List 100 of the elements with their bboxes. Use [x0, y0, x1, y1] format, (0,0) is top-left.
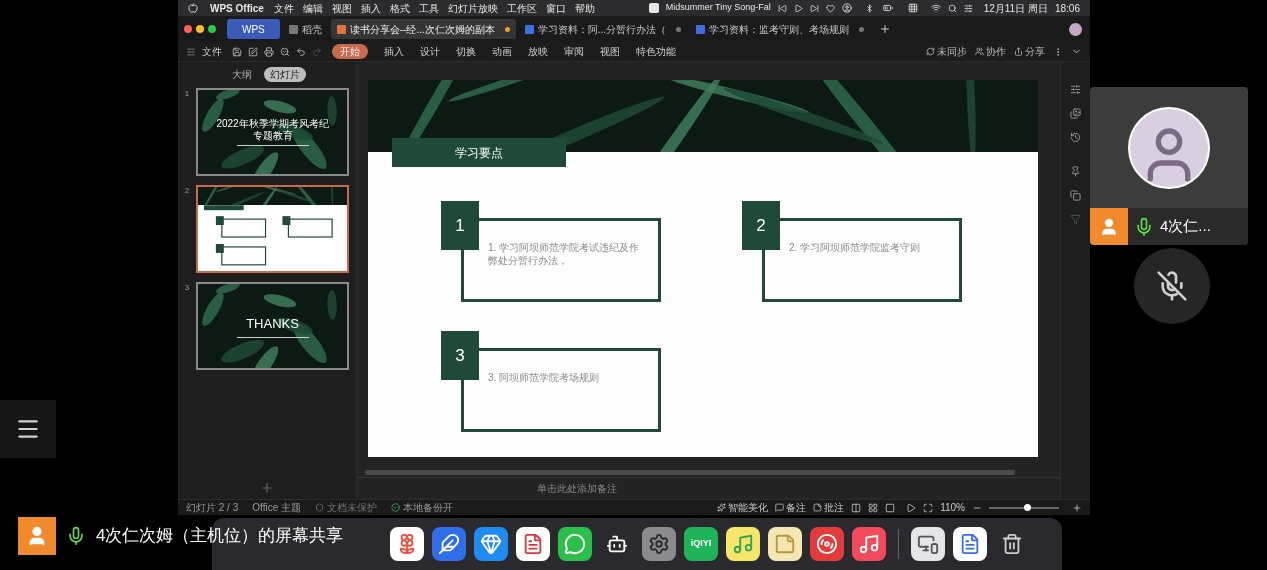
horizontal-scrollbar[interactable]: [365, 469, 1015, 475]
now-playing-title[interactable]: Midsummer Tiny Song-Fal: [665, 1, 771, 15]
ribbon-tab[interactable]: 设计: [420, 44, 440, 59]
feather-icon[interactable]: [432, 527, 466, 561]
comments-button[interactable]: 批注: [813, 500, 845, 515]
wifi-icon[interactable]: [930, 3, 941, 13]
slide-thumbnail[interactable]: 2022年秋季学期考风考纪 专题教育: [196, 88, 349, 176]
apple-icon[interactable]: [188, 3, 198, 13]
menu-item[interactable]: 幻灯片放映: [447, 0, 498, 16]
user-icon: [1099, 216, 1119, 237]
next-icon[interactable]: [809, 3, 819, 13]
date-text[interactable]: 12月11日 周日: [983, 0, 1048, 16]
ribbon-tab[interactable]: 开始: [332, 44, 368, 59]
notes-button[interactable]: 备注: [775, 500, 807, 515]
grid-icon[interactable]: [907, 3, 918, 13]
minimize-window-button[interactable]: [196, 25, 204, 33]
ribbon-tab[interactable]: 动画: [492, 44, 512, 59]
menu-item[interactable]: 文件: [273, 0, 294, 16]
ribbon-tab[interactable]: 视图: [600, 44, 620, 59]
undo-icon[interactable]: [296, 46, 306, 57]
copy-icon[interactable]: [1070, 190, 1081, 201]
panel-view-tab[interactable]: 幻灯片: [264, 67, 306, 82]
beautify-label: 智能美化: [728, 501, 769, 515]
document-tab[interactable]: 稻壳: [282, 19, 328, 39]
zoom-slider-thumb[interactable]: [1023, 503, 1031, 511]
share-button[interactable]: 分享: [1014, 44, 1045, 59]
file-menu[interactable]: 文件: [202, 44, 222, 59]
number-badge: 2: [742, 201, 780, 250]
menu-item[interactable]: 工具: [418, 0, 439, 16]
collaborate-button[interactable]: 协作: [975, 44, 1006, 59]
ribbon-tab[interactable]: 放映: [528, 44, 548, 59]
user-circle-icon[interactable]: [841, 3, 852, 13]
slide-thumbnail[interactable]: [196, 185, 349, 273]
document-tab[interactable]: 学习资料：阿...分暂行办法（: [518, 19, 688, 39]
slide-title: 专题教育: [252, 130, 293, 142]
play-slideshow-icon[interactable]: [906, 502, 917, 513]
window-thumbnail-icon[interactable]: [911, 527, 945, 561]
notepad-icon[interactable]: [768, 527, 802, 561]
print-preview-icon[interactable]: [280, 46, 290, 57]
control-center-icon[interactable]: [963, 3, 973, 13]
slide-thumbnail[interactable]: THANKS: [196, 282, 349, 370]
document-app-icon[interactable]: [516, 527, 550, 561]
document-tab[interactable]: 读书分享会--经...次仁次姆的副本: [330, 19, 516, 39]
print-icon[interactable]: [264, 46, 274, 57]
heart-icon[interactable]: [825, 3, 835, 13]
music-note-icon[interactable]: [852, 527, 886, 561]
menu-item[interactable]: 格式: [389, 0, 410, 16]
reading-view-icon[interactable]: [885, 502, 896, 513]
profile-avatar[interactable]: [1069, 22, 1082, 36]
menu-item[interactable]: 编辑: [302, 0, 323, 16]
new-tab-icon[interactable]: [879, 23, 892, 35]
music-note-icon[interactable]: [726, 527, 760, 561]
beautify-button[interactable]: 智能美化: [717, 500, 769, 515]
app-store-icon[interactable]: [474, 527, 508, 561]
play-icon[interactable]: [793, 3, 803, 13]
sync-status[interactable]: 未同步: [926, 44, 967, 59]
document-tab[interactable]: 学习资料：监考守则、考场规则: [690, 19, 871, 39]
wps-menu-icon[interactable]: [648, 3, 659, 13]
slide-title: 2022年秋季学期考风考纪: [216, 118, 329, 130]
panel-view-tab[interactable]: 大纲: [228, 67, 256, 82]
close-window-button[interactable]: [184, 25, 192, 33]
battery-icon[interactable]: [880, 3, 895, 13]
normal-view-icon[interactable]: [851, 502, 862, 513]
menu-item[interactable]: 插入: [360, 0, 381, 16]
ribbon-tab[interactable]: 审阅: [564, 44, 584, 59]
menu-item[interactable]: 窗口: [545, 0, 566, 16]
settings-icon[interactable]: [642, 527, 676, 561]
flower-icon[interactable]: [390, 527, 424, 561]
save-icon[interactable]: [232, 46, 242, 57]
time-text[interactable]: 18:06: [1054, 0, 1080, 16]
chat-bubble-icon[interactable]: [558, 527, 592, 561]
ribbon-tab[interactable]: 插入: [384, 44, 404, 59]
bluetooth-icon[interactable]: [864, 3, 874, 13]
zoom-value[interactable]: 110%: [940, 500, 965, 515]
notes-placeholder[interactable]: 单击此处添加备注: [537, 481, 617, 496]
share-icon: [1014, 47, 1023, 56]
properties-icon[interactable]: [1070, 84, 1081, 95]
protection-status[interactable]: 文档未保护: [326, 500, 377, 515]
ribbon-tab[interactable]: 特色功能: [636, 44, 676, 59]
zoom-window-button[interactable]: [208, 25, 216, 33]
previous-icon[interactable]: [777, 3, 787, 13]
grid-view-icon[interactable]: [868, 502, 879, 513]
note-icon: [813, 503, 823, 512]
image-icon[interactable]: [1070, 108, 1081, 119]
home-tab[interactable]: WPS: [227, 19, 280, 39]
zoom-slider[interactable]: [989, 506, 1059, 509]
menu-item[interactable]: 视图: [331, 0, 352, 16]
menu-item[interactable]: 帮助: [574, 0, 595, 16]
app-name[interactable]: WPS Office: [210, 0, 264, 16]
history-icon[interactable]: [1070, 132, 1081, 143]
backup-status[interactable]: 本地备份开: [402, 500, 453, 515]
document-thumbnail-icon[interactable]: [953, 527, 987, 561]
search-icon[interactable]: [947, 3, 957, 13]
zoom-in-icon[interactable]: [1072, 502, 1082, 513]
menu-item[interactable]: 工作区: [506, 0, 537, 16]
slide-number: 2: [183, 185, 191, 197]
fit-icon[interactable]: [923, 502, 934, 513]
ribbon-tab[interactable]: 切换: [456, 44, 476, 59]
pin-icon[interactable]: [1070, 166, 1081, 177]
edit-icon[interactable]: [248, 46, 258, 57]
